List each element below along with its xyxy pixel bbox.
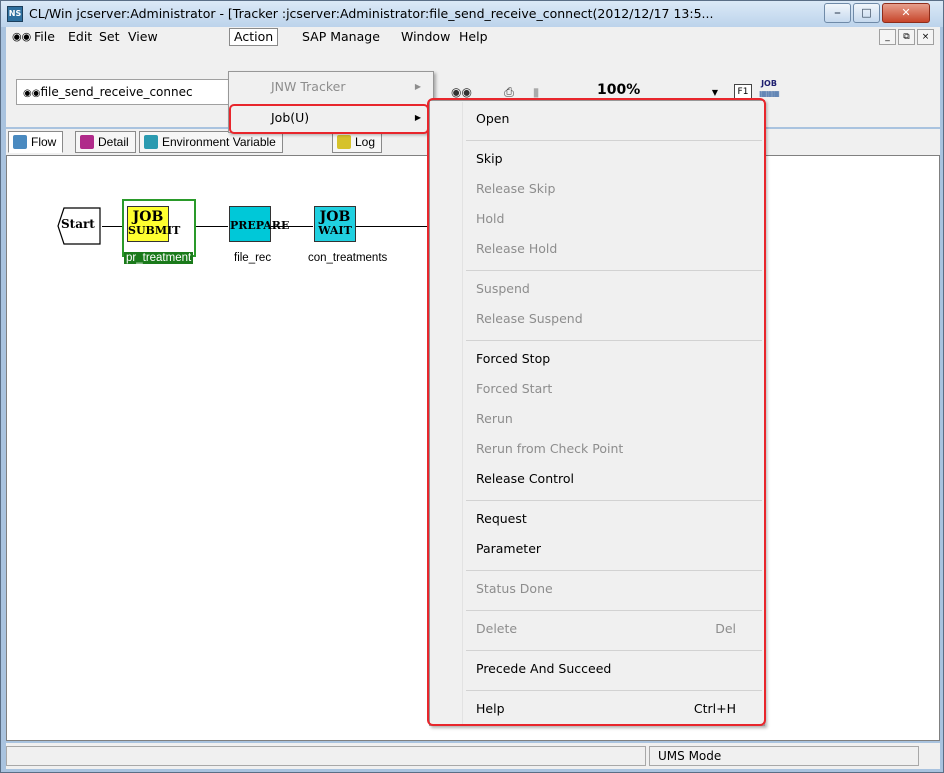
flow-connector [102,226,124,227]
file-rec-node-label[interactable]: file_rec [234,252,271,264]
flow-icon [13,135,27,149]
menu-bar: ◉◉ File Edit Set View Action SAP Manage … [6,27,940,47]
close-button[interactable]: ✕ [882,3,930,23]
jnw-tracker-label: JNW Tracker [271,79,346,94]
window-title: CL/Win jcserver:Administrator - [Tracker… [29,6,714,21]
job-wait-icon[interactable]: JOB WAIT [314,206,356,242]
log-icon [337,135,351,149]
job-submit-line1: JOB [132,209,164,225]
detail-icon [80,135,94,149]
flow-icon: ◉◉ [23,88,41,99]
menu-view[interactable]: View [124,28,162,46]
menu-help[interactable]: Help [455,28,492,46]
job-node-label[interactable]: pr_treatment [124,252,194,264]
status-bar: UMS Mode [6,743,940,769]
job-menu-item-highlight [229,104,429,134]
tab-environment-label: Environment Variable [162,135,276,149]
job-grid-label: JOB [761,79,777,88]
file-prepare-icon[interactable]: PREPARE [229,206,290,242]
job-submenu-highlight [427,98,766,726]
flow-connector [195,226,228,227]
job-submit-line2: SUBMIT [128,224,181,237]
mdi-close-button[interactable]: × [917,29,934,45]
tab-log-label: Log [355,135,376,149]
maximize-button[interactable]: □ [853,3,880,23]
menu-item-jnw-tracker[interactable]: JNW Tracker ▶ [231,74,431,100]
minimize-button[interactable]: ⎯ [824,3,851,23]
mdi-restore-button[interactable]: ⧉ [898,29,915,45]
status-pane-main [6,746,646,766]
tab-flow-label: Flow [31,135,57,149]
chevron-down-icon: ▼ [711,88,718,97]
environment-icon [144,135,158,149]
zoom-value: 100% [597,82,641,98]
app-logo-icon: NS [7,6,23,22]
title-bar: NS CL/Win jcserver:Administrator - [Trac… [1,1,943,27]
con-treatments-node-label[interactable]: con_treatments [308,252,387,264]
flow-name-field[interactable]: ◉◉file_send_receive_connec [16,79,236,105]
menu-edit[interactable]: Edit [64,28,96,46]
menu-file[interactable]: File [30,28,59,46]
flow-name-text: file_send_receive_connec [40,85,193,99]
menu-action[interactable]: Action [229,28,279,46]
flow-connector [356,226,429,227]
menu-set[interactable]: Set [95,28,124,46]
status-mode: UMS Mode [649,746,919,766]
prepare-line2: PREPARE [230,219,290,232]
mdi-minimize-button[interactable]: _ [879,29,896,45]
tab-environment-variable[interactable]: Environment Variable [139,131,283,153]
menu-window[interactable]: Window [397,28,454,46]
tab-flow[interactable]: Flow [8,131,64,153]
start-node-label: Start [61,217,95,231]
job-wait-line2: WAIT [318,224,352,237]
menu-sap-manage[interactable]: SAP Manage [298,28,384,46]
tab-log[interactable]: Log [332,131,383,153]
job-submit-icon[interactable]: JOB SUBMIT [127,206,181,242]
job-wait-line1: JOB [319,209,351,225]
tab-detail-label: Detail [98,135,129,149]
chevron-right-icon: ▶ [414,82,421,91]
tab-detail[interactable]: Detail [75,131,136,153]
